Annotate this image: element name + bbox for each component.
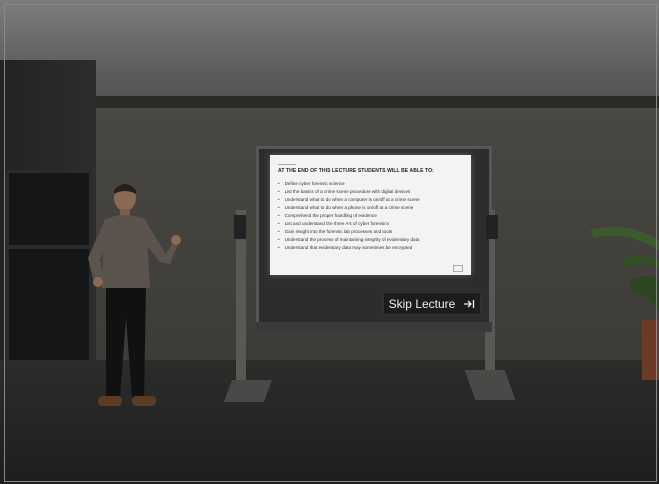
skip-lecture-label: Skip Lecture [388, 296, 456, 311]
slide-bullet: Understand what to do when a phone is on… [278, 204, 420, 212]
slide-bullet: Define cyber forensic science [278, 180, 420, 188]
board-clamp-right [486, 215, 498, 239]
slide-bullet: List the basics of a crime scene procedu… [278, 188, 420, 196]
lecture-slide: AT THE END OF THIS LECTURE STUDENTS WILL… [270, 155, 471, 275]
board-foot-left [223, 380, 273, 402]
slide-bullets: Define cyber forensic science List the b… [278, 180, 420, 252]
ceiling-beam [90, 96, 659, 108]
slide-bullet: List and understand the three A's of cyb… [278, 220, 420, 228]
board-clamp-left [234, 215, 246, 239]
arrow-to-right-icon [464, 299, 475, 308]
slide-bullet: Understand the process of maintaining in… [278, 236, 420, 244]
slide-heading: AT THE END OF THIS LECTURE STUDENTS WILL… [278, 168, 434, 174]
plant [590, 226, 659, 380]
slide-rule [278, 164, 296, 165]
lecturer-avatar [88, 184, 181, 406]
slide-bullet: Gain insight into the forensic lab proce… [278, 228, 420, 236]
skip-lecture-button[interactable]: Skip Lecture [383, 292, 481, 315]
lecture-room-scene: AT THE END OF THIS LECTURE STUDENTS WILL… [0, 0, 659, 484]
board-tray [256, 322, 492, 332]
slide-bullet: Understand that evidentiary data may som… [278, 244, 420, 252]
slide-bullet: Understand what to do when a computer is… [278, 196, 420, 204]
slide-logo [453, 265, 463, 272]
slide-bullet: Comprehend the proper handling of eviden… [278, 212, 420, 220]
